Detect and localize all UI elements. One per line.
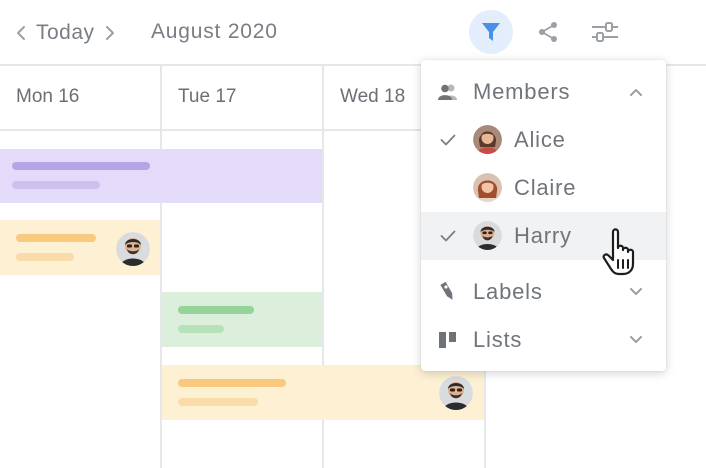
chevron-up-icon xyxy=(627,83,645,101)
check-icon xyxy=(439,131,457,149)
chevron-down-icon xyxy=(627,331,645,349)
member-option-claire[interactable]: Claire xyxy=(421,164,666,212)
event-detail-placeholder xyxy=(178,398,258,406)
event-card-green[interactable] xyxy=(162,292,322,347)
hand-pointer-icon xyxy=(598,226,650,278)
share-icon xyxy=(539,22,557,42)
share-button[interactable] xyxy=(526,10,570,54)
event-card-orange[interactable] xyxy=(0,220,160,275)
member-name: Harry xyxy=(514,223,572,248)
section-labels-label: Labels xyxy=(473,279,543,304)
day-header-divider xyxy=(0,129,422,131)
members-icon xyxy=(437,81,459,103)
event-title-placeholder xyxy=(12,162,150,170)
day-header-mon: Mon 16 xyxy=(16,86,80,107)
month-label: August 2020 xyxy=(151,20,278,43)
filter-icon xyxy=(482,23,500,41)
tag-icon xyxy=(437,281,459,303)
view-settings-button[interactable] xyxy=(583,10,627,54)
section-members[interactable]: Members xyxy=(421,68,666,116)
board-icon xyxy=(437,329,459,351)
section-members-label: Members xyxy=(473,79,571,104)
chevron-down-icon xyxy=(627,283,645,301)
filter-dropdown: Members Alice Claire Harry Labels Lists xyxy=(421,60,666,371)
avatar-harry xyxy=(439,376,473,410)
chevron-left-icon[interactable] xyxy=(14,22,28,44)
event-detail-placeholder xyxy=(178,325,224,333)
avatar-claire xyxy=(473,173,502,202)
date-navigation: Today xyxy=(14,20,117,46)
member-option-alice[interactable]: Alice xyxy=(421,116,666,164)
avatar-harry xyxy=(473,221,502,250)
event-detail-placeholder xyxy=(16,253,74,261)
event-title-placeholder xyxy=(16,234,96,242)
member-name: Claire xyxy=(514,175,577,200)
day-header-tue: Tue 17 xyxy=(178,86,237,107)
event-card-purple[interactable] xyxy=(0,149,322,203)
member-name: Alice xyxy=(514,127,566,152)
event-title-placeholder xyxy=(178,379,286,387)
sliders-icon xyxy=(592,22,618,42)
day-header-wed: Wed 18 xyxy=(340,86,406,107)
event-title-placeholder xyxy=(178,306,254,314)
event-card-orange-wide[interactable] xyxy=(162,365,484,420)
event-detail-placeholder xyxy=(12,181,100,189)
avatar-alice xyxy=(473,125,502,154)
section-lists-label: Lists xyxy=(473,327,523,352)
chevron-right-icon[interactable] xyxy=(103,22,117,44)
avatar-harry xyxy=(116,232,150,266)
section-lists[interactable]: Lists xyxy=(421,316,666,364)
today-button[interactable]: Today xyxy=(36,21,95,45)
filter-button[interactable] xyxy=(469,10,513,54)
check-icon xyxy=(439,227,457,245)
